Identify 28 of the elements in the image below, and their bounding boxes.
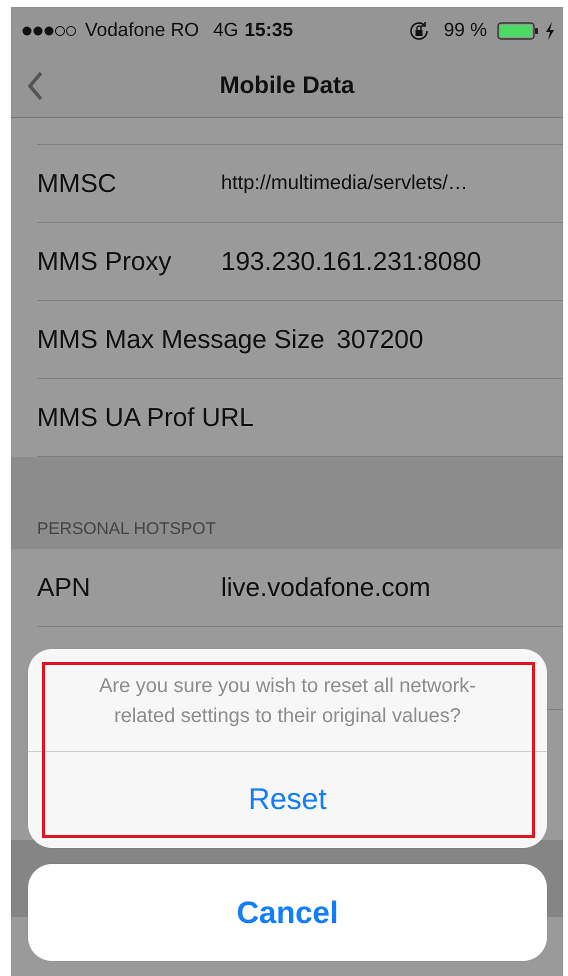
alert-message: Are you sure you wish to reset all network-related settings to their original values? <box>28 649 547 752</box>
carrier-name: Vodafone RO <box>85 20 200 42</box>
battery-icon <box>497 22 539 40</box>
reset-button[interactable]: Reset <box>28 752 547 848</box>
section-header: PERSONAL HOTSPOT <box>37 519 216 539</box>
back-chevron-icon <box>27 71 43 101</box>
settings-row[interactable]: MMS Max Message Size 307200 <box>37 301 563 379</box>
row-value: 307200 <box>336 324 424 355</box>
settings-row[interactable]: MMS Proxy 193.230.161.231:8080 <box>37 223 563 301</box>
orientation-lock-icon <box>408 20 430 42</box>
clock-time: 15:35 <box>244 20 294 42</box>
cancel-button[interactable]: Cancel <box>28 864 547 961</box>
row-label: MMS Proxy <box>37 246 172 277</box>
row-value: 193.230.161.231:8080 <box>221 246 482 277</box>
back-button[interactable] <box>25 69 45 103</box>
screen-title: Mobile Data <box>220 72 354 100</box>
battery-percent: 99 % <box>444 20 487 42</box>
row-label: APN <box>37 572 92 603</box>
settings-row[interactable]: APN live.vodafone.com <box>37 549 563 627</box>
network-type: 4G <box>213 20 238 42</box>
row-label: MMS Max Message Size <box>37 324 325 355</box>
settings-row[interactable]: MMSC http://multimedia/servlets/… <box>37 145 563 223</box>
row-value: live.vodafone.com <box>221 572 431 603</box>
row-label: MMSC <box>37 168 118 199</box>
signal-icon <box>21 24 79 38</box>
row-label: MMS UA Prof URL <box>37 402 254 433</box>
charging-bolt-icon <box>545 22 555 40</box>
row-value: http://multimedia/servlets/… <box>221 172 468 195</box>
